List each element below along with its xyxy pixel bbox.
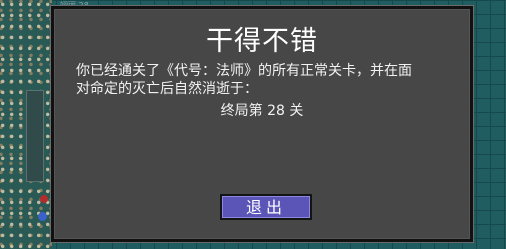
- victory-dialog: 干得不错 你已经通关了《代号：法师》的所有正常关卡，并在面 对命定的灭亡后自然消…: [50, 5, 474, 243]
- level-reached: 终局第 28 关: [220, 103, 304, 119]
- side-panel: [26, 90, 44, 182]
- message-line-1: 你已经通关了《代号：法师》的所有正常关卡，并在面: [76, 63, 412, 79]
- dialog-message: 你已经通关了《代号：法师》的所有正常关卡，并在面 对命定的灭亡后自然消逝于：: [76, 62, 450, 98]
- blue-unit-icon: [38, 212, 47, 221]
- dialog-title: 干得不错: [206, 26, 318, 57]
- exit-button[interactable]: 退出: [220, 194, 312, 220]
- red-unit-icon: [40, 195, 48, 203]
- message-line-2: 对命定的灭亡后自然消逝于：: [76, 81, 258, 97]
